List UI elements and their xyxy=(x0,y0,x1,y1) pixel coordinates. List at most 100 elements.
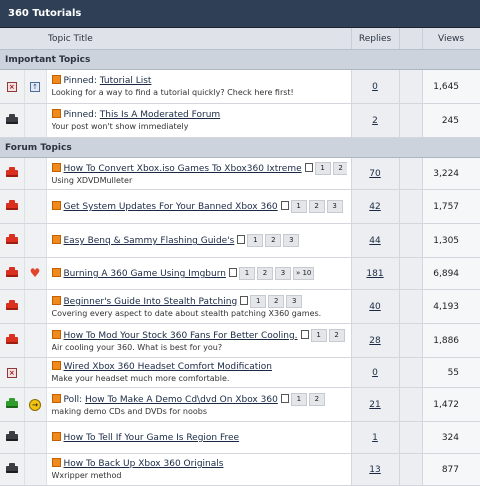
views-count: 245 xyxy=(441,115,460,126)
replies-cell: 2 xyxy=(351,103,400,138)
topic-link[interactable]: How To Mod Your Stock 360 Fans For Bette… xyxy=(64,331,298,341)
views-cell: 6,894 xyxy=(421,257,480,290)
views-count: 324 xyxy=(441,432,460,443)
go-to-first-unread-icon[interactable] xyxy=(51,393,61,403)
views-cell: 1,472 xyxy=(421,387,480,422)
spacer-cell xyxy=(399,103,423,138)
topic-type-cell xyxy=(24,421,47,454)
topic-link[interactable]: How To Make A Demo Cd\dvd On Xbox 360 xyxy=(85,395,278,405)
page-link[interactable]: 2 xyxy=(265,234,282,247)
page-link[interactable]: 1 xyxy=(238,267,255,280)
topic-link[interactable]: Easy Benq & Sammy Flashing Guide's xyxy=(64,236,235,246)
topic-type-cell xyxy=(24,157,47,190)
topic-type-cell xyxy=(24,103,47,138)
multipage-icon xyxy=(228,268,237,277)
page-link[interactable]: 1 xyxy=(314,161,331,175)
views-cell: 1,757 xyxy=(421,189,480,224)
views-count: 1,757 xyxy=(433,201,460,212)
page-link[interactable]: 1 xyxy=(290,392,307,406)
replies-count-link[interactable]: 2 xyxy=(372,116,378,126)
topic-row: How To Tell If Your Game Is Region Free 1… xyxy=(0,421,480,454)
replies-count-link[interactable]: 13 xyxy=(369,465,380,475)
replies-cell: 181 xyxy=(351,257,400,290)
topic-prefix: Poll: xyxy=(63,394,86,405)
go-to-first-unread-icon[interactable] xyxy=(51,329,61,339)
go-to-first-unread-icon[interactable] xyxy=(51,201,61,210)
column-header-topic-title[interactable]: Topic Title xyxy=(0,28,352,50)
topic-prefix: Pinned: xyxy=(63,76,100,86)
replies-cell: 28 xyxy=(351,323,400,358)
replies-count-link[interactable]: 70 xyxy=(369,169,380,179)
go-to-first-unread-icon[interactable] xyxy=(51,109,61,118)
replies-count-link[interactable]: 42 xyxy=(369,202,380,212)
page-link[interactable]: 2 xyxy=(328,328,345,342)
page-link[interactable]: 1 xyxy=(247,234,264,247)
replies-count-link[interactable]: 28 xyxy=(369,336,380,346)
topic-link[interactable]: Beginner's Guide Into Stealth Patching xyxy=(64,297,238,307)
page-link[interactable]: 2 xyxy=(308,200,325,213)
hot-folder-icon xyxy=(5,266,18,277)
page-link[interactable]: 1 xyxy=(250,294,267,308)
page-links: 12 xyxy=(300,328,347,342)
replies-count-link[interactable]: 181 xyxy=(366,269,383,279)
page-link[interactable]: 3 xyxy=(274,267,291,280)
column-header-replies[interactable]: Replies xyxy=(351,28,400,50)
topic-link[interactable]: How To Tell If Your Game Is Region Free xyxy=(64,433,240,443)
page-link[interactable]: 3 xyxy=(283,234,300,247)
topic-description: Using XDVDMulleter xyxy=(51,175,133,185)
topic-link[interactable]: Get System Updates For Your Banned Xbox … xyxy=(64,202,278,212)
section-title: Important Topics xyxy=(0,49,480,70)
page-link[interactable]: 2 xyxy=(256,267,273,280)
replies-count-link[interactable]: 0 xyxy=(372,368,378,378)
replies-count-link[interactable]: 40 xyxy=(369,302,380,312)
go-to-first-unread-icon[interactable] xyxy=(51,75,61,84)
replies-count-link[interactable]: 1 xyxy=(372,433,378,443)
topic-description: making demo CDs and DVDs for noobs xyxy=(51,406,208,416)
replies-count-link[interactable]: 44 xyxy=(369,236,380,246)
multipage-icon xyxy=(304,162,313,172)
topic-link[interactable]: Burning A 360 Game Using Imgburn xyxy=(64,269,226,279)
go-to-first-unread-icon[interactable] xyxy=(51,295,61,305)
heart-icon: ♥ xyxy=(29,266,41,280)
page-link[interactable]: 1 xyxy=(290,200,307,213)
topic-description: Looking for a way to find a tutorial qui… xyxy=(51,88,294,97)
go-to-first-unread-icon[interactable] xyxy=(51,458,61,467)
column-header-views[interactable]: Views xyxy=(422,28,480,50)
topic-row: Beginner's Guide Into Stealth Patching 1 2… xyxy=(0,289,480,324)
page-link[interactable]: 3 xyxy=(326,200,343,213)
go-to-first-unread-icon[interactable] xyxy=(51,268,61,277)
spacer-cell xyxy=(399,289,423,324)
go-to-first-unread-icon[interactable] xyxy=(51,162,61,172)
views-cell: 245 xyxy=(421,103,480,138)
go-to-first-unread-icon[interactable] xyxy=(51,235,61,244)
page-links: 1 2 3» 10 xyxy=(228,267,316,280)
go-to-first-unread-icon[interactable] xyxy=(51,431,61,441)
section-header: Important Topics xyxy=(0,49,480,70)
topic-status-cell xyxy=(0,189,25,224)
topic-link[interactable]: How To Back Up Xbox 360 Originals xyxy=(64,459,224,469)
multipage-icon xyxy=(280,201,289,210)
topic-link[interactable]: Tutorial List xyxy=(100,76,152,86)
page-links: 1234 xyxy=(304,161,347,175)
page-link[interactable]: » 10 xyxy=(292,267,315,280)
topic-row: Pinned: This Is A Moderated Forum Your po… xyxy=(0,103,480,138)
views-count: 1,305 xyxy=(433,235,460,246)
topic-status-cell xyxy=(0,103,25,138)
views-cell: 324 xyxy=(421,421,480,454)
topic-link[interactable]: Wired Xbox 360 Headset Comfort Modificat… xyxy=(64,362,272,372)
replies-count-link[interactable]: 0 xyxy=(372,82,378,92)
views-cell: 3,224 xyxy=(421,157,480,190)
topic-row: → Poll: How To Make A Demo Cd\dvd On Xbox… xyxy=(0,387,480,422)
replies-count-link[interactable]: 21 xyxy=(369,400,380,410)
topic-title-cell: How To Back Up Xbox 360 Originals Wxrippe… xyxy=(46,453,352,486)
page-link[interactable]: 2 xyxy=(308,392,325,406)
page-link[interactable]: 3 xyxy=(286,294,303,308)
topic-description: Air cooling your 360. What is best for y… xyxy=(51,342,223,352)
views-count: 877 xyxy=(441,464,460,475)
page-link[interactable]: 1 xyxy=(310,328,327,342)
go-to-first-unread-icon[interactable] xyxy=(51,361,61,370)
topic-link[interactable]: This Is A Moderated Forum xyxy=(100,110,220,120)
page-link[interactable]: 2 xyxy=(332,161,347,175)
page-link[interactable]: 2 xyxy=(268,294,285,308)
topic-link[interactable]: How To Convert Xbox.iso Games To Xbox360… xyxy=(64,164,302,174)
